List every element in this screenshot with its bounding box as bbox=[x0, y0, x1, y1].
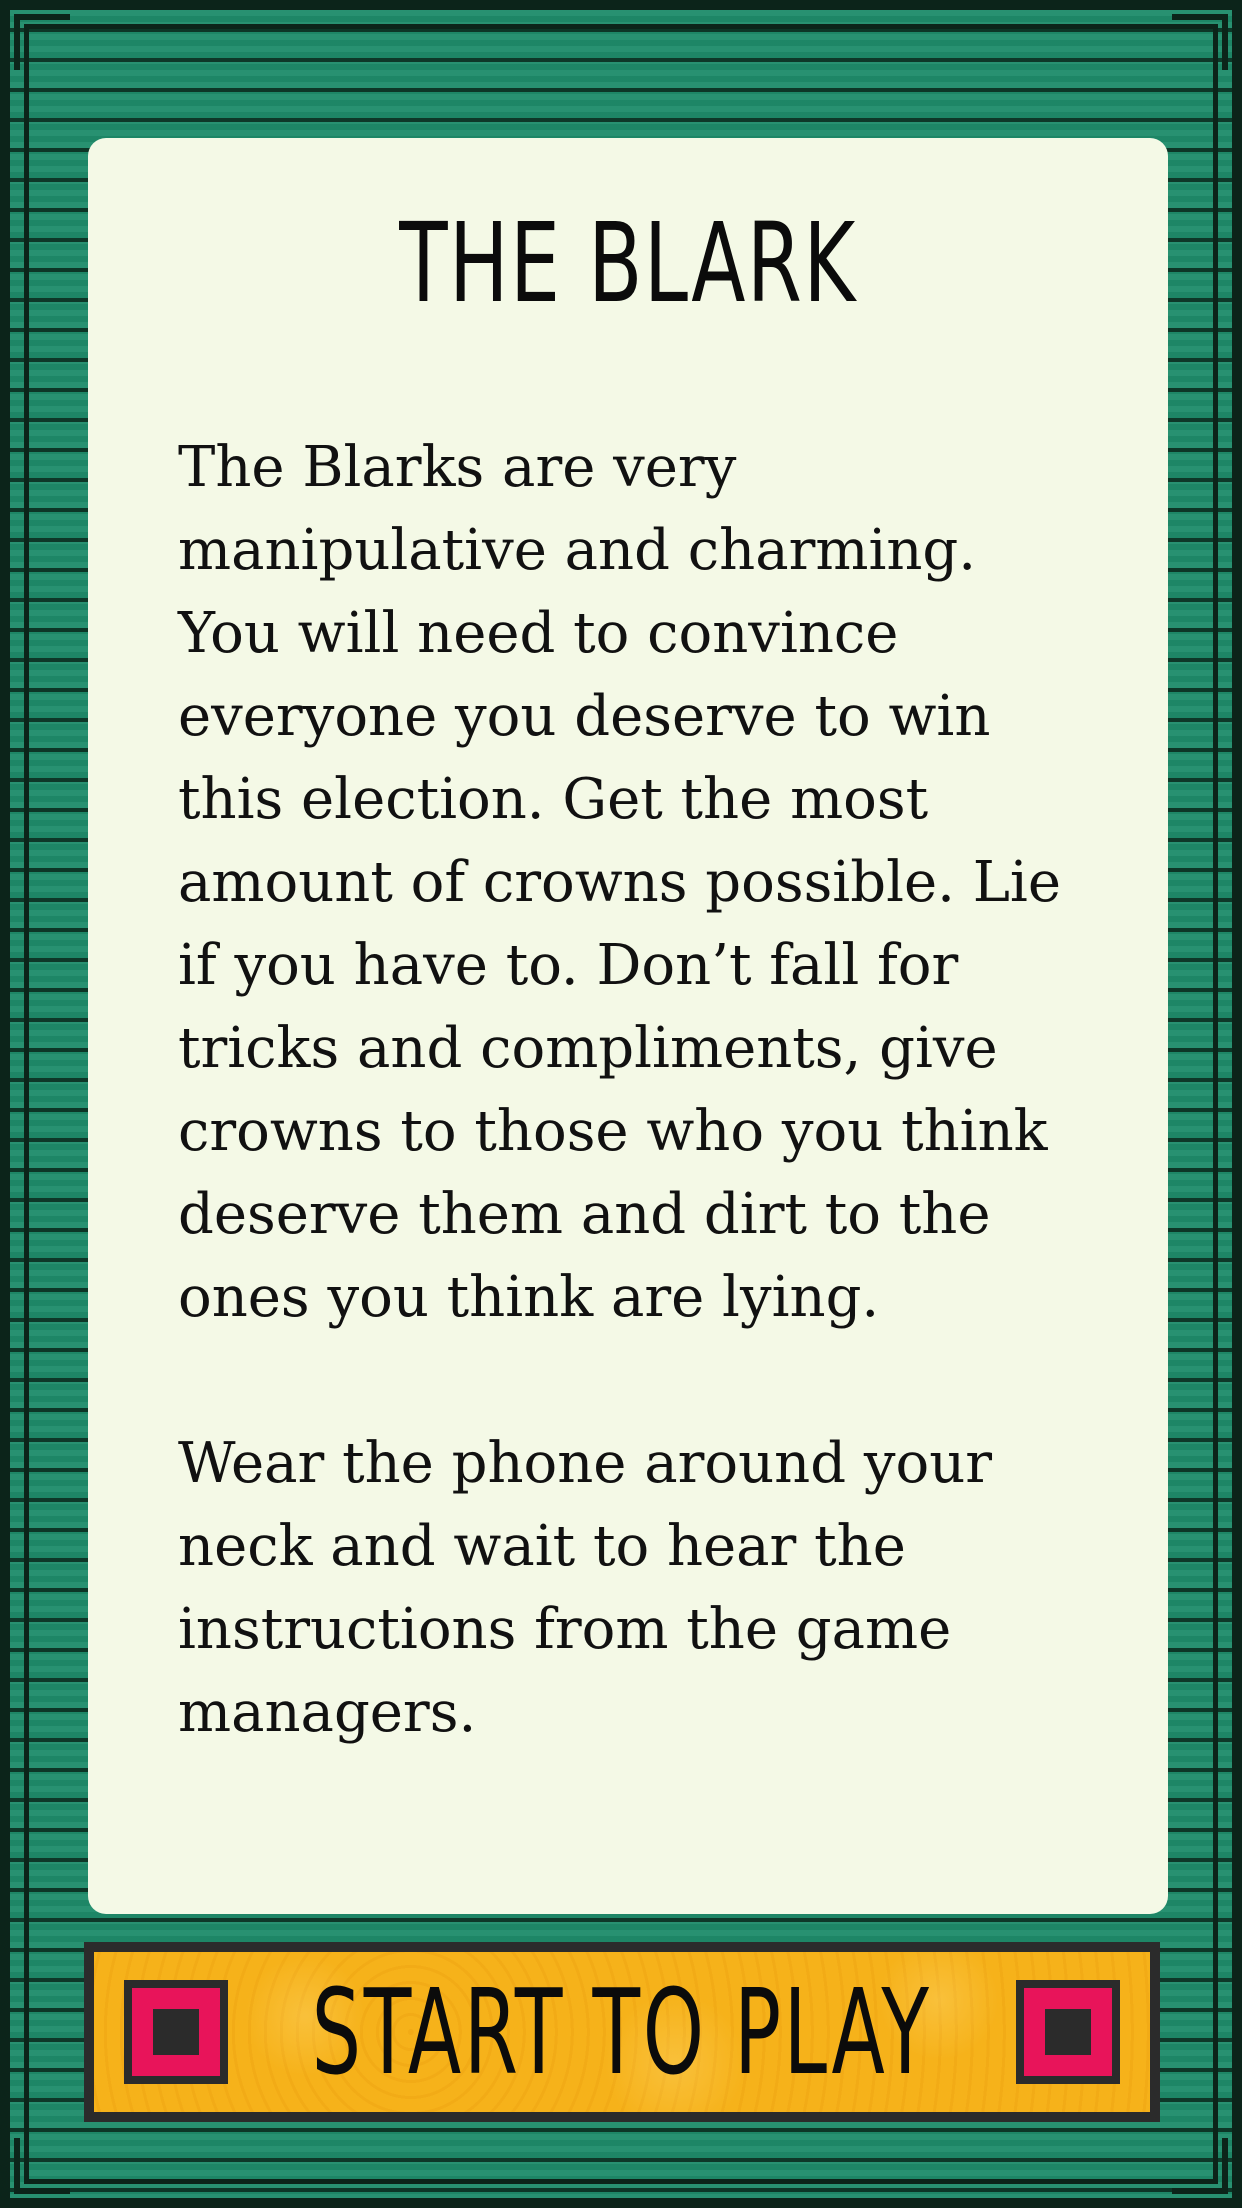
square-icon bbox=[1016, 1980, 1120, 2084]
role-description-paragraph-1: The Blarks are very manipulative and cha… bbox=[178, 435, 1061, 1330]
square-icon bbox=[124, 1980, 228, 2084]
role-description: The Blarks are very manipulative and cha… bbox=[178, 426, 1078, 1754]
start-to-play-label: START TO PLAY bbox=[312, 1963, 932, 2101]
start-to-play-button[interactable]: START TO PLAY bbox=[84, 1942, 1160, 2122]
role-title: THE BLARK bbox=[399, 199, 857, 327]
role-card: THE BLARK The Blarks are very manipulati… bbox=[88, 138, 1168, 1914]
role-description-paragraph-2: Wear the phone around your neck and wait… bbox=[178, 1431, 993, 1745]
